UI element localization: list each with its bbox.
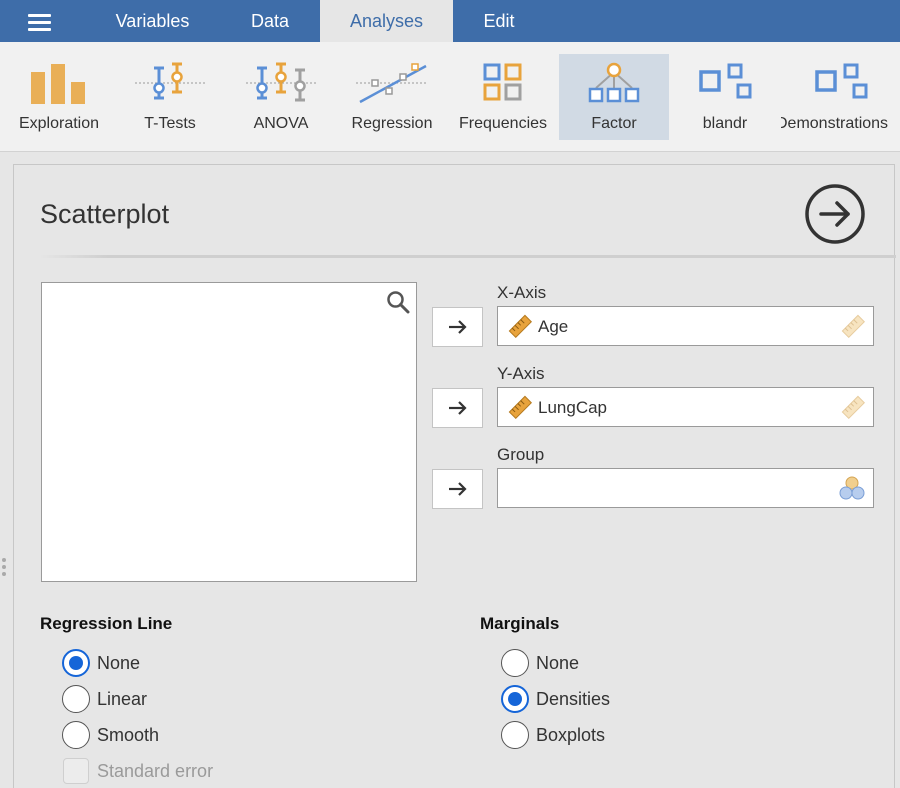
regression-linear-radio[interactable] <box>62 685 90 713</box>
ribbon-blandr-button[interactable]: blandr <box>670 54 780 140</box>
move-to-x-axis-button[interactable] <box>432 307 483 347</box>
ruler-type-icon <box>841 395 865 419</box>
blandr-icon <box>699 63 752 99</box>
move-to-y-axis-button[interactable] <box>432 388 483 428</box>
exploration-icon <box>31 64 85 104</box>
nominal-type-icon <box>839 476 865 500</box>
ribbon-demonstrations-button[interactable]: Demonstrations <box>781 54 900 140</box>
menu-bar: Variables Data Analyses Edit <box>0 0 900 42</box>
regression-linear-label[interactable]: Linear <box>97 689 147 710</box>
panel-resize-handle[interactable] <box>2 558 6 580</box>
ribbon-label: Regression <box>351 115 433 132</box>
marginals-title: Marginals <box>480 614 560 633</box>
arrow-right-icon <box>448 320 467 334</box>
ribbon-frequencies-button[interactable]: Frequencies <box>448 54 558 140</box>
ribbon-label: Exploration <box>18 115 100 132</box>
hamburger-menu-icon[interactable] <box>20 12 60 32</box>
tab-analyses[interactable]: Analyses <box>320 0 453 42</box>
ribbon-label: blandr <box>702 115 748 132</box>
tab-variables[interactable]: Variables <box>95 0 210 42</box>
ruler-continuous-icon <box>508 314 532 338</box>
x-axis-variable: Age <box>538 317 569 336</box>
marginals-boxplots-label[interactable]: Boxplots <box>536 725 605 746</box>
regression-none-radio[interactable] <box>62 649 90 677</box>
ribbon-factor-button[interactable]: Factor <box>559 54 669 140</box>
ribbon-label: Factor <box>591 115 637 132</box>
anova-icon <box>246 62 316 102</box>
tab-edit[interactable]: Edit <box>455 0 543 42</box>
regression-smooth-radio[interactable] <box>62 721 90 749</box>
arrow-right-icon <box>448 401 467 415</box>
ruler-continuous-icon <box>508 395 532 419</box>
ribbon-label: Frequencies <box>458 115 548 132</box>
analyses-ribbon: Exploration T-Tests ANOVA Regression Fre… <box>0 42 900 152</box>
ribbon-t-tests-button[interactable]: T-Tests <box>115 54 225 140</box>
title-separator <box>39 255 896 258</box>
t-tests-icon <box>135 62 205 100</box>
marginals-none-radio[interactable] <box>501 649 529 677</box>
y-axis-label: Y-Axis <box>497 364 545 383</box>
ribbon-label: Demonstrations <box>781 115 889 132</box>
arrow-right-icon <box>448 482 467 496</box>
search-icon[interactable] <box>386 290 410 314</box>
move-to-group-button[interactable] <box>432 469 483 509</box>
ruler-type-icon <box>841 314 865 338</box>
page-title: Scatterplot <box>40 199 170 229</box>
scatterplot-options-panel: Scatterplot X-Axis Age Y-Axis LungCap Gr… <box>13 164 896 788</box>
marginals-densities-radio[interactable] <box>501 685 529 713</box>
marginals-boxplots-radio[interactable] <box>501 721 529 749</box>
y-axis-target[interactable]: LungCap <box>497 387 874 427</box>
group-target[interactable] <box>497 468 874 508</box>
regression-smooth-label[interactable]: Smooth <box>97 725 159 746</box>
ribbon-anova-button[interactable]: ANOVA <box>226 54 336 140</box>
arrow-right-circle-icon[interactable] <box>804 183 866 245</box>
variable-list[interactable] <box>41 282 417 582</box>
tab-data[interactable]: Data <box>220 0 320 42</box>
standard-error-label[interactable]: Standard error <box>97 761 213 782</box>
regression-none-label[interactable]: None <box>97 653 140 674</box>
marginals-densities-label[interactable]: Densities <box>536 689 610 710</box>
standard-error-checkbox[interactable] <box>63 758 89 784</box>
regression-icon <box>356 63 428 104</box>
regression-line-title: Regression Line <box>40 614 173 633</box>
x-axis-label: X-Axis <box>497 283 547 302</box>
ribbon-regression-button[interactable]: Regression <box>337 54 447 140</box>
group-label: Group <box>497 445 545 464</box>
frequencies-icon <box>483 63 522 101</box>
y-axis-variable: LungCap <box>538 398 608 417</box>
ribbon-label: T-Tests <box>144 115 196 132</box>
ribbon-label: ANOVA <box>253 115 309 132</box>
x-axis-target[interactable]: Age <box>497 306 874 346</box>
demonstrations-icon <box>814 63 867 99</box>
marginals-none-label[interactable]: None <box>536 653 579 674</box>
factor-icon <box>588 62 640 103</box>
ribbon-exploration-button[interactable]: Exploration <box>4 54 114 140</box>
